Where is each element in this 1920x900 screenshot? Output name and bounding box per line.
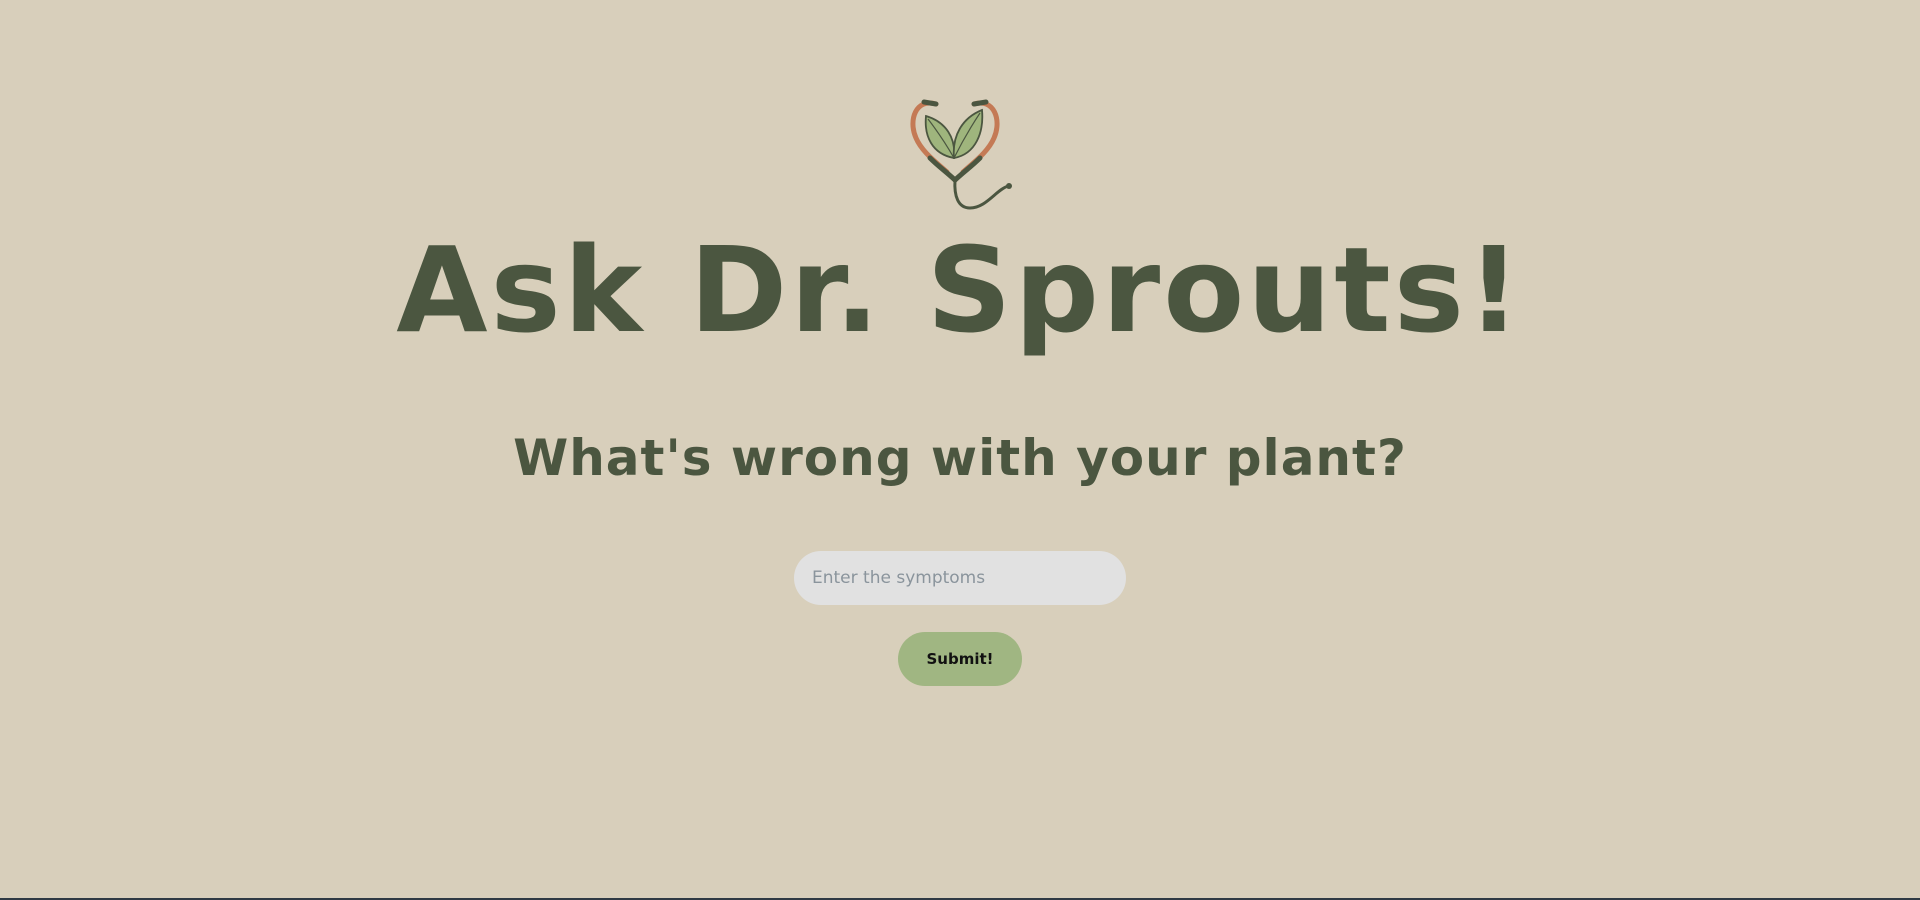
submit-button[interactable]: Submit! [898, 632, 1022, 686]
symptoms-input[interactable] [794, 551, 1126, 605]
stethoscope-sprout-icon [902, 92, 1032, 216]
page-subtitle: What's wrong with your plant? [513, 429, 1407, 487]
page-title: Ask Dr. Sprouts! [396, 221, 1524, 359]
page: Ask Dr. Sprouts! What's wrong with your … [0, 0, 1920, 900]
